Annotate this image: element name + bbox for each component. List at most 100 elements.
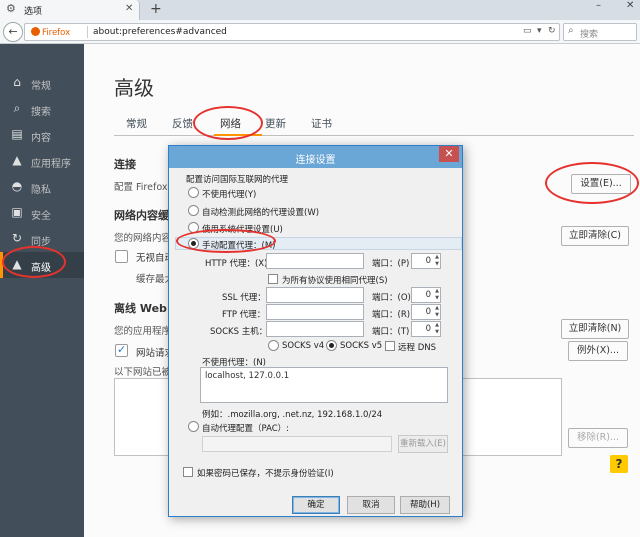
ssl-port-label: 端口：(O) <box>372 293 411 303</box>
url-separator <box>87 26 88 38</box>
identity-label: Firefox <box>31 27 70 38</box>
url-text: about:preferences#advanced <box>93 27 227 37</box>
tab-title: 选项 <box>24 7 43 17</box>
help-dialog-button[interactable]: 帮助(H) <box>400 496 450 514</box>
http-proxy-label: HTTP 代理：(X) <box>205 259 268 269</box>
sidebar-item-label: 安全 <box>31 211 51 222</box>
auto-detect-label: 自动检测此网络的代理设置(W) <box>202 208 320 218</box>
clear-cache-button[interactable]: 立即清除(C) <box>561 226 629 246</box>
connection-desc: 配置 Firefox <box>114 182 168 193</box>
search-placeholder: 搜索 <box>580 30 599 40</box>
sidebar-item-search[interactable]: ⌕ 搜索 <box>0 96 84 122</box>
reader-icon[interactable]: ▭ <box>523 26 532 36</box>
override-cache-checkbox[interactable] <box>115 250 128 263</box>
connection-heading: 连接 <box>114 158 136 171</box>
sidebar-item-label: 隐私 <box>31 185 51 196</box>
offline-desc: 您的应用程序 <box>114 326 172 337</box>
annotation-circle <box>545 162 639 204</box>
reload-icon[interactable]: ↻ <box>548 26 556 36</box>
firefox-icon <box>31 27 40 36</box>
socks-v5-label: SOCKS v5 <box>340 341 383 351</box>
sidebar-item-label: 搜索 <box>31 107 51 118</box>
ftp-proxy-input[interactable] <box>266 304 364 320</box>
ok-button[interactable]: 确定 <box>292 496 340 514</box>
sidebar-item-general[interactable]: ⌂ 常规 <box>0 70 84 96</box>
help-button[interactable]: ? <box>610 455 628 473</box>
tab-feedback[interactable]: 反馈 <box>172 116 193 131</box>
tab-certificates[interactable]: 证书 <box>311 116 332 131</box>
socks-v5-radio[interactable] <box>326 340 337 351</box>
socks-v4-label: SOCKS v4 <box>282 341 325 351</box>
lock-icon: ▣ <box>11 205 23 219</box>
http-port-label: 端口：(P) <box>372 259 410 269</box>
exceptions-button[interactable]: 例外(X)... <box>568 341 628 361</box>
clear-offline-button[interactable]: 立即清除(N) <box>561 319 629 339</box>
remove-site-button[interactable]: 移除(R)... <box>568 428 628 448</box>
socks-port-stepper[interactable]: 0 ▲ ▼ <box>411 321 441 337</box>
sidebar-item-label: 内容 <box>31 133 51 144</box>
gear-icon: ⚙ <box>6 2 16 15</box>
sidebar-item-privacy[interactable]: ◓ 隐私 <box>0 174 84 200</box>
same-proxy-checkbox[interactable] <box>268 274 278 284</box>
pac-radio[interactable] <box>188 421 199 432</box>
search-box[interactable]: ⌕ 搜索 <box>563 23 637 41</box>
no-proxy-label: 不使用代理(Y) <box>202 190 257 200</box>
close-window-icon[interactable]: ✕ <box>626 0 634 11</box>
search-icon: ⌕ <box>13 101 21 115</box>
tab-update[interactable]: 更新 <box>265 116 286 131</box>
no-auth-prompt-checkbox[interactable] <box>183 467 193 477</box>
socks-port-label: 端口：(T) <box>372 327 410 337</box>
annotation-circle <box>176 229 276 253</box>
rocket-icon: ▲ <box>12 153 22 167</box>
ssl-port-stepper[interactable]: 0 ▲ ▼ <box>411 287 441 303</box>
reload-pac-button[interactable]: 重新载入(E) <box>398 435 448 453</box>
dialog-title-bar: 连接设置 ✕ <box>169 146 462 168</box>
document-icon: ▤ <box>11 127 23 141</box>
no-proxy-for-textarea[interactable]: localhost, 127.0.0.1 <box>200 367 448 403</box>
ssl-proxy-label: SSL 代理： <box>222 293 266 303</box>
mask-icon: ◓ <box>11 179 23 193</box>
sidebar: ⌂ 常规 ⌕ 搜索 ▤ 内容 ▲ 应用程序 ◓ 隐私 ▣ 安全 ↻ 同步 ▲ 高… <box>0 44 84 537</box>
tab-strip: ⚙ 选项 ✕ + – ✕ <box>0 0 640 20</box>
browser-tab[interactable]: ⚙ 选项 ✕ <box>0 0 140 20</box>
new-tab-button[interactable]: + <box>150 1 162 17</box>
ftp-port-label: 端口：(R) <box>372 310 411 320</box>
sidebar-item-content[interactable]: ▤ 内容 <box>0 122 84 148</box>
minimize-icon[interactable]: – <box>596 0 601 11</box>
sidebar-item-label: 应用程序 <box>31 159 71 170</box>
sidebar-item-security[interactable]: ▣ 安全 <box>0 200 84 226</box>
page-title: 高级 <box>114 76 154 100</box>
sync-icon: ↻ <box>11 231 23 245</box>
preference-tabs: 常规 反馈 网络 更新 证书 <box>114 106 634 136</box>
notify-offline-checkbox[interactable] <box>115 343 128 357</box>
socks-host-input[interactable] <box>266 321 364 337</box>
tab-general[interactable]: 常规 <box>126 116 147 131</box>
back-button[interactable]: ← <box>3 22 23 42</box>
dialog-title: 连接设置 <box>295 155 336 166</box>
ftp-port-stepper[interactable]: 0 ▲ ▼ <box>411 304 441 320</box>
search-icon: ⌕ <box>568 25 574 36</box>
http-proxy-input[interactable] <box>266 253 364 269</box>
no-auth-prompt-label: 如果密码已保存，不提示身份验证(I) <box>197 469 334 479</box>
dropdown-icon[interactable]: ▾ <box>537 26 542 36</box>
http-port-stepper[interactable]: 0 ▲ ▼ <box>411 253 441 269</box>
remote-dns-label: 远程 DNS <box>398 343 437 353</box>
socks-v4-radio[interactable] <box>268 340 279 351</box>
annotation-circle <box>193 106 263 140</box>
pac-label: 自动代理配置（PAC）: <box>202 424 290 434</box>
ftp-proxy-label: FTP 代理： <box>222 310 266 320</box>
same-proxy-label: 为所有协议使用相同代理(S) <box>282 276 388 286</box>
close-tab-icon[interactable]: ✕ <box>125 3 133 14</box>
sidebar-item-applications[interactable]: ▲ 应用程序 <box>0 148 84 174</box>
pac-url-input[interactable] <box>202 436 392 452</box>
no-proxy-example: 例如：.mozilla.org, .net.nz, 192.168.1.0/24 <box>202 410 383 420</box>
url-bar[interactable]: Firefox about:preferences#advanced ▭ ▾ ↻ <box>24 23 560 41</box>
ssl-proxy-input[interactable] <box>266 287 364 303</box>
annotation-circle <box>2 246 66 278</box>
no-proxy-radio[interactable] <box>188 187 199 198</box>
sidebar-item-label: 常规 <box>31 81 51 92</box>
close-icon[interactable]: ✕ <box>439 146 459 162</box>
auto-detect-radio[interactable] <box>188 205 199 216</box>
cancel-button[interactable]: 取消 <box>347 496 395 514</box>
remote-dns-checkbox[interactable] <box>385 341 395 351</box>
